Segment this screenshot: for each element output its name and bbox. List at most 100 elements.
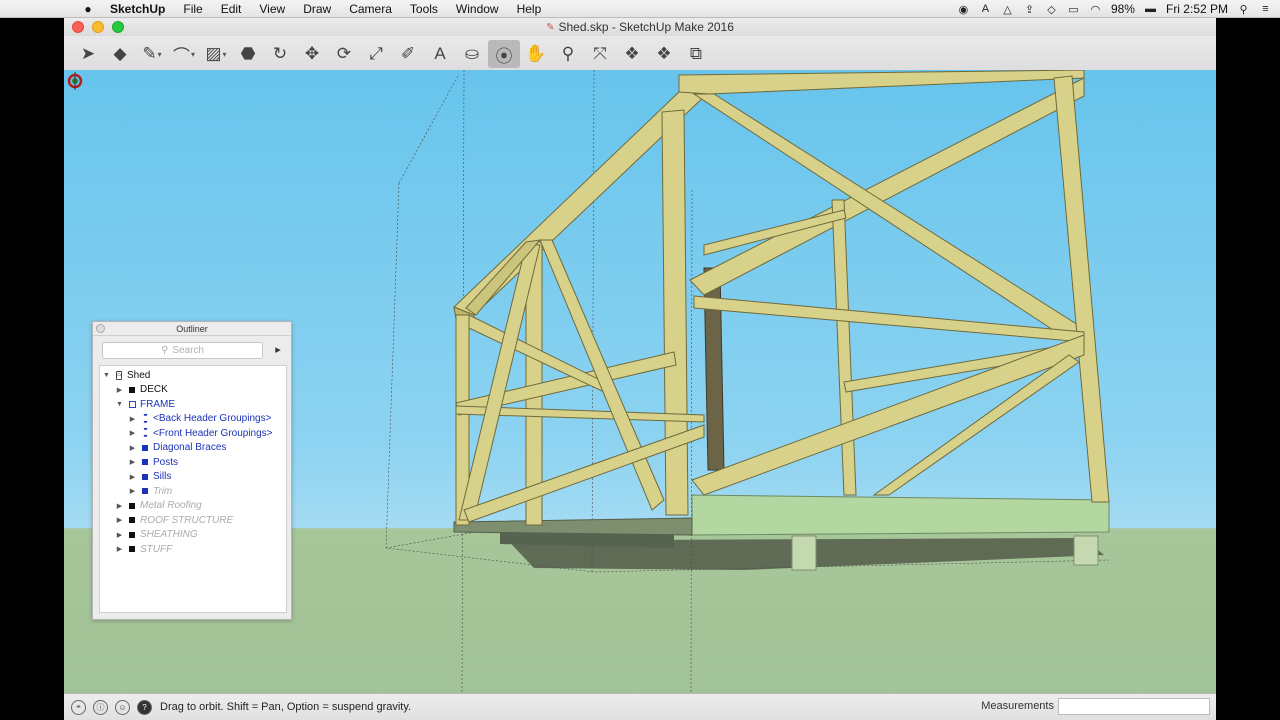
zoom-extents-tool[interactable]: ⤧ [584, 40, 616, 68]
disclosure-closed-icon[interactable]: ▶ [128, 444, 137, 452]
push-pull-tool[interactable]: ⬣ [232, 40, 264, 68]
adobe-icon[interactable]: A [979, 3, 992, 15]
disclosure-closed-icon[interactable]: ▶ [115, 386, 124, 394]
outliner-close-button[interactable] [96, 324, 105, 333]
disclosure-closed-icon[interactable]: ▶ [115, 516, 124, 524]
credits-icon[interactable]: ⓘ [93, 699, 108, 715]
component-icon: ▪▪ ▪▪ [143, 426, 148, 441]
shapes-tool[interactable]: ▨ ▾ [200, 40, 232, 68]
document-icon: ✎ [546, 21, 555, 33]
record-icon[interactable]: ◉ [957, 3, 970, 16]
menu-draw[interactable]: Draw [294, 0, 340, 18]
outliner-row[interactable]: ▶ ROOF STRUCTURE [100, 513, 286, 528]
disclosure-open-icon[interactable]: ▼ [102, 372, 111, 379]
scale-tool[interactable]: ⤢ [360, 40, 392, 68]
menu-tools[interactable]: Tools [401, 0, 447, 18]
upload-icon[interactable]: ⇪ [1023, 3, 1036, 16]
close-window-button[interactable] [72, 21, 84, 33]
outliner-row-label: Sills [153, 471, 172, 483]
outliner-panel: Outliner ⚲ Search ▸ ▼ ⌂ Shed ▶ DECK ▼ FRAME ▶ ▪▪… [92, 321, 292, 620]
chevron-down-icon[interactable]: ▾ [191, 50, 195, 59]
3d-warehouse-tool[interactable]: ❖ [616, 40, 648, 68]
paint-bucket-tool[interactable]: ⛀ [456, 40, 488, 68]
menu-help[interactable]: Help [508, 0, 551, 18]
deck-side [453, 517, 693, 536]
drive-icon[interactable]: △ [1001, 3, 1014, 16]
menu-app-name[interactable]: SketchUp [96, 0, 174, 18]
outliner-row[interactable]: ▼ ⌂ Shed [100, 368, 286, 383]
disclosure-closed-icon[interactable]: ▶ [128, 458, 137, 466]
user-icon[interactable]: ☺ [115, 699, 130, 715]
outliner-row[interactable]: ▶ Metal Roofing [100, 499, 286, 514]
zoom-icon: ⚲ [561, 44, 575, 63]
status-area: ◉ A △ ⇪ ◇ ▭ ◠ 98% ▬ Fri 2:52 PM ⚲ ≡ [957, 0, 1272, 18]
chevron-down-icon[interactable]: ▾ [158, 50, 162, 59]
outliner-row[interactable]: ▶ ▪▪ ▪▪ <Back Header Groupings> [100, 412, 286, 427]
airplay-icon[interactable]: ▭ [1067, 3, 1080, 16]
outliner-row[interactable]: ▶ Sills [100, 470, 286, 485]
outliner-row[interactable]: ▶ SHEATHING [100, 528, 286, 543]
orbit-cursor-icon [67, 72, 83, 90]
disclosure-open-icon[interactable]: ▼ [115, 401, 124, 408]
outliner-search-input[interactable]: ⚲ Search [102, 342, 263, 359]
group-icon [140, 486, 150, 496]
menu-file[interactable]: File [174, 0, 211, 18]
rotate-tool[interactable]: ⟳ [328, 40, 360, 68]
menu-view[interactable]: View [250, 0, 294, 18]
apple-icon[interactable]: ● [80, 2, 96, 16]
window-controls [72, 21, 124, 33]
tape-measure-icon: ✐ [400, 44, 416, 63]
menu-edit[interactable]: Edit [212, 0, 251, 18]
disclosure-closed-icon[interactable]: ▶ [115, 545, 124, 553]
chevron-down-icon[interactable]: ▾ [223, 50, 227, 59]
front-left-post [661, 109, 689, 516]
menu-camera[interactable]: Camera [340, 0, 401, 18]
tape-measure-tool[interactable]: ✐ [392, 40, 424, 68]
disclosure-closed-icon[interactable]: ▶ [128, 487, 137, 495]
dropbox-icon[interactable]: ◇ [1045, 3, 1058, 16]
battery-icon[interactable]: ▬ [1144, 3, 1157, 15]
outliner-row[interactable]: ▶ STUFF [100, 542, 286, 557]
disclosure-closed-icon[interactable]: ▶ [128, 473, 137, 481]
outliner-row[interactable]: ▶ DECK [100, 383, 286, 398]
rotate-icon: ⟳ [336, 44, 352, 63]
text-tool[interactable]: A [424, 40, 456, 68]
search-icon[interactable]: ⚲ [1237, 3, 1250, 16]
battery-percent[interactable]: 98% [1111, 2, 1135, 16]
disclosure-closed-icon[interactable]: ▶ [128, 429, 137, 437]
line-tool[interactable]: ✎ ▾ [136, 40, 168, 68]
outliner-row[interactable]: ▶ Trim [100, 484, 286, 499]
extension-warehouse-tool[interactable]: ❖ [648, 40, 680, 68]
model-viewport[interactable]: Outliner ⚲ Search ▸ ▼ ⌂ Shed ▶ DECK ▼ FRAME ▶ ▪▪… [64, 70, 1216, 693]
wifi-icon[interactable]: ◠ [1089, 3, 1102, 16]
layout-tool[interactable]: ⧉ [680, 40, 712, 68]
select-tool[interactable]: ➤ [72, 40, 104, 68]
outliner-row-label: <Back Header Groupings> [153, 413, 272, 425]
search-icon: ⚲ [160, 345, 169, 356]
disclosure-closed-icon[interactable]: ▶ [115, 531, 124, 539]
geo-location-icon[interactable]: ⌖ [71, 699, 86, 715]
measurements-field[interactable] [1058, 698, 1210, 715]
zoom-tool[interactable]: ⚲ [552, 40, 584, 68]
zoom-window-button[interactable] [112, 21, 124, 33]
outliner-row[interactable]: ▶ ▪▪ ▪▪ <Front Header Groupings> [100, 426, 286, 441]
outliner-details-button[interactable]: ▸ [271, 343, 285, 357]
move-tool[interactable]: ✥ [296, 40, 328, 68]
pan-tool[interactable]: ✋ [520, 40, 552, 68]
orbit-tool[interactable]: ⦿ [488, 40, 520, 68]
paint-bucket-icon: ⛀ [464, 44, 480, 63]
help-icon[interactable]: ? [137, 699, 152, 715]
clock[interactable]: Fri 2:52 PM [1166, 2, 1228, 16]
arc-tool[interactable]: ⌒ ▾ [168, 40, 200, 68]
outliner-row[interactable]: ▶ Posts [100, 455, 286, 470]
outliner-row[interactable]: ▶ Diagonal Braces [100, 441, 286, 456]
outliner-row[interactable]: ▼ FRAME [100, 397, 286, 412]
list-icon[interactable]: ≡ [1259, 3, 1272, 15]
minimize-window-button[interactable] [92, 21, 104, 33]
offset-tool[interactable]: ↻ [264, 40, 296, 68]
disclosure-closed-icon[interactable]: ▶ [115, 502, 124, 510]
measurements-label: Measurements [981, 700, 1054, 712]
menu-window[interactable]: Window [447, 0, 508, 18]
disclosure-closed-icon[interactable]: ▶ [128, 415, 137, 423]
eraser-tool[interactable]: ◆ [104, 40, 136, 68]
